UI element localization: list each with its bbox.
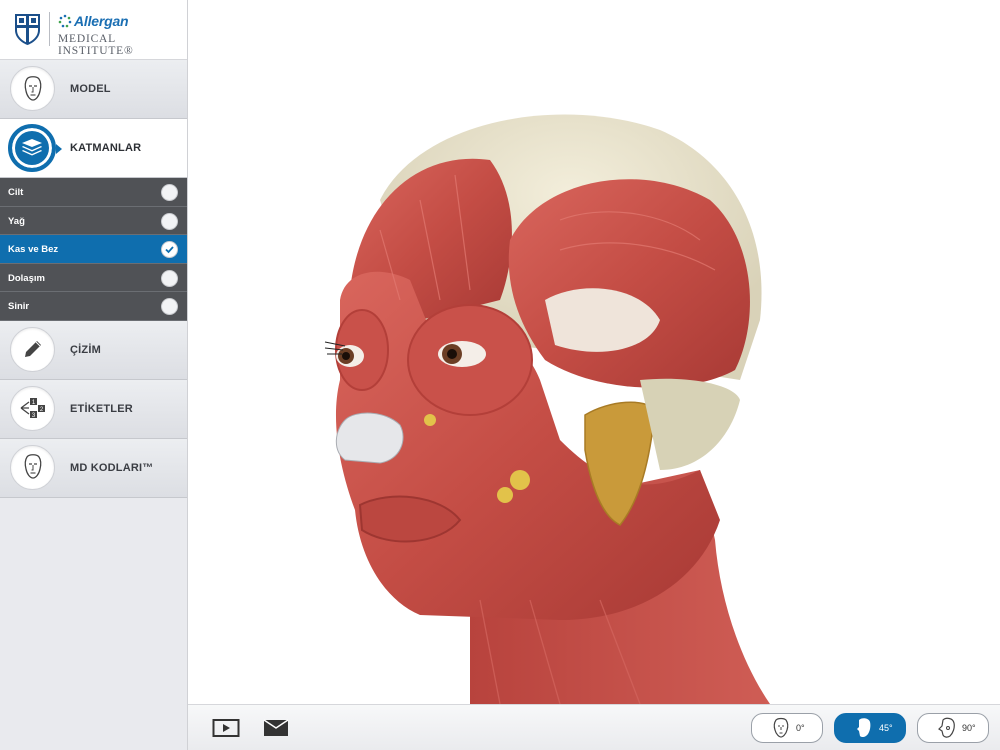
mail-icon	[263, 719, 289, 736]
mail-button[interactable]	[263, 718, 289, 738]
view-0-label: 0°	[796, 723, 805, 733]
nav-item-labels[interactable]: 1 2 3 ETİKETLER	[0, 379, 187, 439]
layer-row-fat[interactable]: Yağ	[0, 206, 187, 235]
layers-list: Cilt Yağ Kas ve Bez Dolaşım Sinir	[0, 178, 187, 321]
view-45-label: 45°	[879, 723, 893, 733]
layers-stack-icon	[22, 139, 42, 156]
logo-divider	[49, 12, 50, 46]
active-pointer	[56, 144, 62, 154]
play-icon	[212, 719, 240, 737]
layer-toggle-skin[interactable]	[161, 184, 178, 201]
nav-mdcodes-circle	[10, 444, 55, 490]
face-icon	[24, 75, 41, 101]
layer-toggle-muscle[interactable]	[161, 241, 178, 258]
shield-logo-icon	[15, 14, 40, 45]
brand-dots-icon	[58, 14, 72, 28]
face-profile-icon	[938, 717, 955, 738]
nav-layers-circle	[8, 124, 56, 172]
layer-name: Cilt	[8, 187, 24, 198]
nav-item-model[interactable]: MODEL	[0, 60, 187, 119]
layer-name: Sinir	[8, 301, 30, 312]
layer-row-skin[interactable]: Cilt	[0, 178, 187, 207]
nav-labels-circle: 1 2 3	[10, 385, 55, 431]
layer-row-nerve[interactable]: Sinir	[0, 292, 187, 321]
nav-item-layers[interactable]: KATMANLAR	[0, 119, 187, 178]
pencil-icon	[24, 341, 41, 357]
face-angle-icon	[857, 718, 871, 738]
view-90-button[interactable]: 90°	[917, 713, 989, 743]
nav-model-label: MODEL	[70, 83, 111, 95]
layer-row-muscle[interactable]: Kas ve Bez	[0, 235, 187, 264]
view-45-button[interactable]: 45°	[834, 713, 906, 743]
checkmark-icon	[165, 246, 174, 254]
face-icon	[24, 454, 41, 479]
nav-model-circle	[10, 66, 55, 111]
sidebar: Allergan MEDICAL INSTITUTE® MODEL KATMAN…	[0, 0, 188, 750]
layer-toggle-nerve[interactable]	[161, 298, 178, 315]
layer-toggle-fat[interactable]	[161, 212, 178, 230]
app-window: Allergan MEDICAL INSTITUTE® MODEL KATMAN…	[0, 0, 1000, 750]
layer-name: Dolaşım	[8, 272, 45, 284]
nav-labels-label: ETİKETLER	[70, 402, 133, 415]
head-muscle-model[interactable]	[188, 0, 1000, 705]
play-button[interactable]	[212, 717, 240, 739]
layer-toggle-circulation[interactable]	[161, 269, 178, 287]
layer-name: Kas ve Bez	[8, 244, 59, 255]
numbered-labels-icon: 1 2 3	[20, 398, 45, 419]
nav-item-mdcodes[interactable]: MD KODLARI™	[0, 438, 187, 498]
nav-mdcodes-label: MD KODLARI™	[70, 461, 154, 474]
nav-drawing-label: ÇİZİM	[70, 343, 101, 356]
layer-name: Yağ	[8, 215, 25, 227]
brand-name: Allergan	[58, 13, 129, 29]
model-viewport[interactable]	[188, 0, 1000, 705]
nav-layers-label: KATMANLAR	[70, 142, 142, 154]
face-front-icon	[773, 717, 789, 738]
nav-item-drawing[interactable]: ÇİZİM	[0, 320, 187, 380]
nav-drawing-circle	[10, 326, 55, 372]
logo: Allergan MEDICAL INSTITUTE®	[0, 0, 187, 60]
institute-text: MEDICAL INSTITUTE®	[58, 33, 134, 57]
bottom-toolbar: 0° 45° 90°	[188, 704, 1000, 750]
brand-text: Allergan	[74, 13, 129, 29]
layer-row-circulation[interactable]: Dolaşım	[0, 263, 187, 292]
view-0-button[interactable]: 0°	[751, 713, 823, 743]
view-90-label: 90°	[962, 723, 976, 733]
